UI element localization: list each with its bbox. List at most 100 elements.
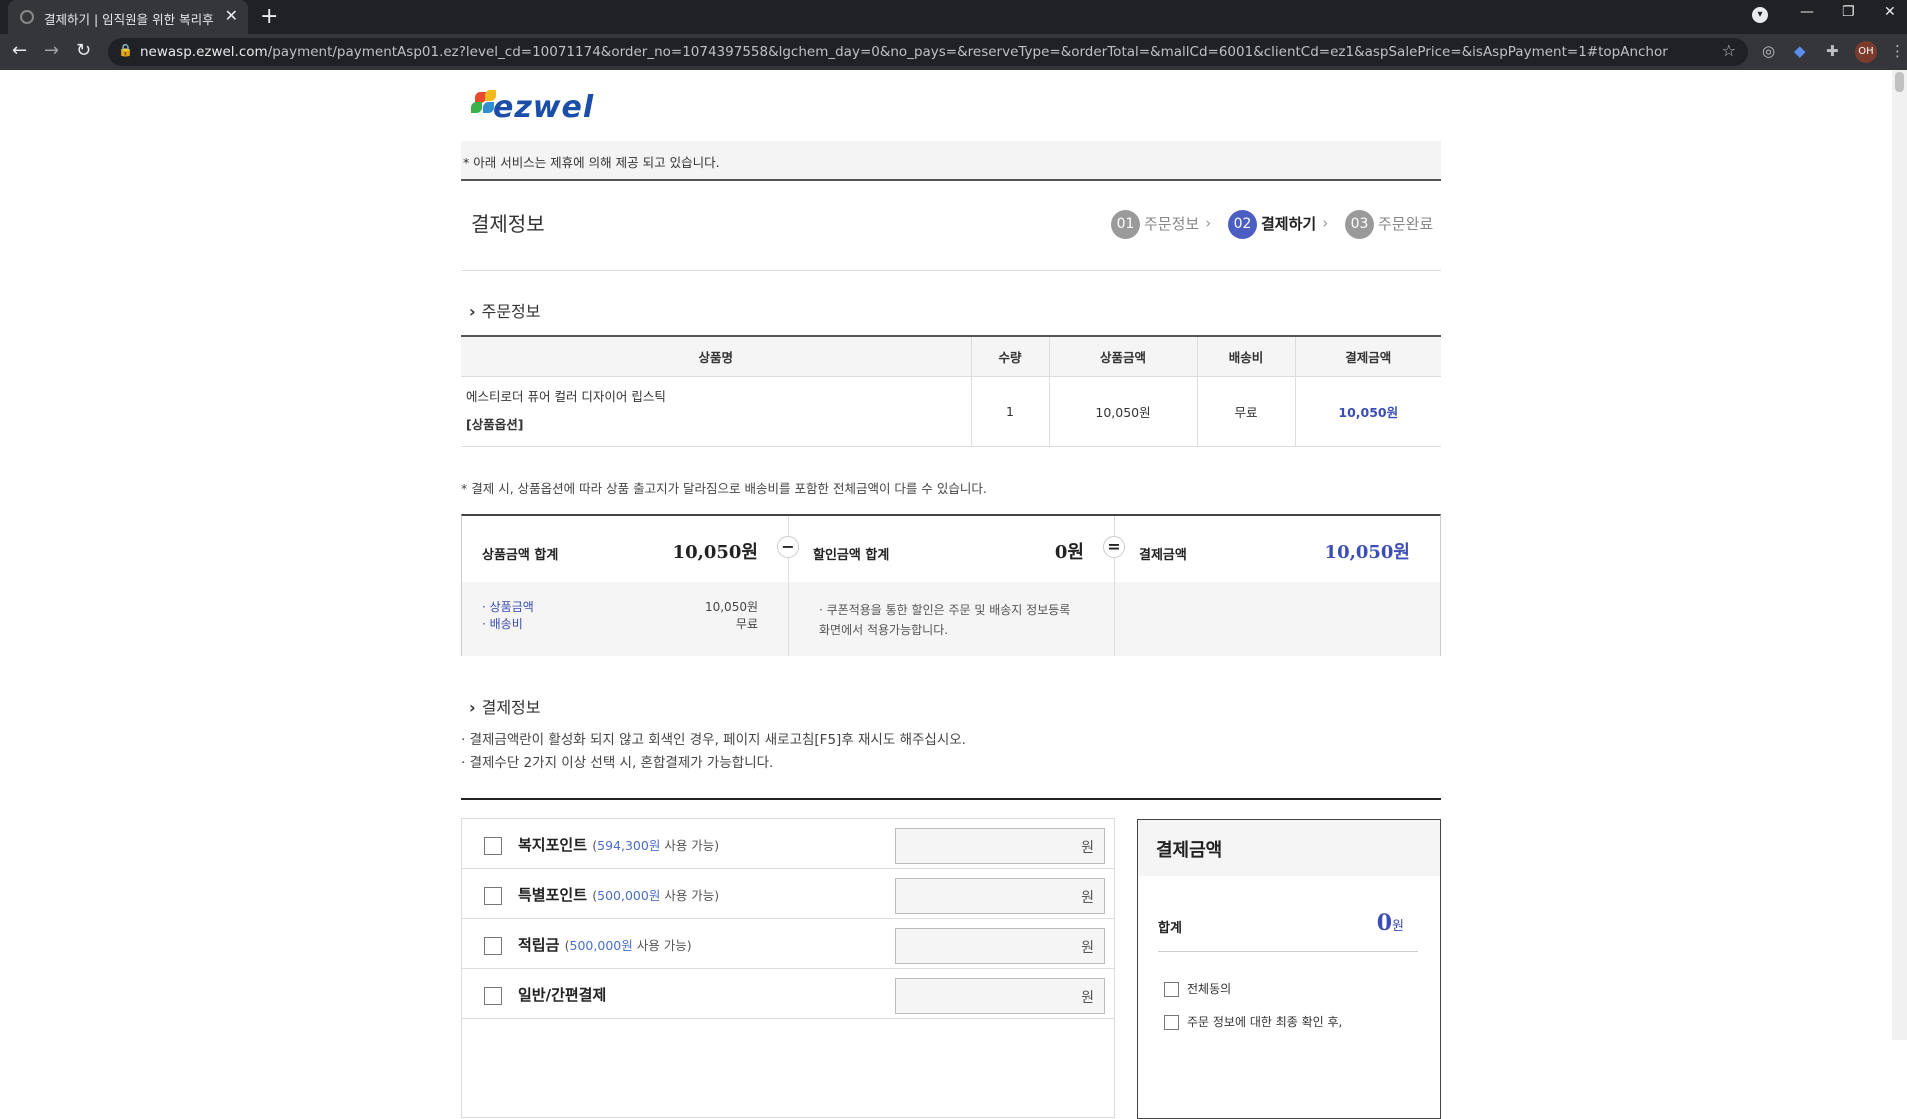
detail-price-value: 10,050원 (704, 600, 758, 614)
available-text: 사용 가능) (636, 938, 692, 953)
restore-icon[interactable]: ❐ (1842, 4, 1855, 20)
summary-top: 상품금액 합계 10,050원 (462, 516, 788, 582)
product-total-value: 10,050원 (672, 542, 758, 563)
method-name: 특별포인트 (500,000원 사용 가능) (518, 884, 719, 905)
back-icon[interactable]: ← (12, 40, 27, 61)
total-label: 합계 (1158, 921, 1182, 936)
method-label: 특별포인트 (518, 886, 588, 904)
divider (461, 798, 1441, 800)
summary-detail: · 쿠폰적용을 통한 할인은 주문 및 배송지 정보등록화면에서 적용가능합니다… (789, 582, 1114, 656)
col-pay: 결제금액 (1294, 335, 1441, 377)
detail-ship-value: 무료 (735, 617, 758, 631)
agree-all-checkbox[interactable] (1164, 982, 1179, 997)
equals-icon: = (1103, 536, 1125, 558)
page-scrollbar[interactable] (1892, 70, 1907, 1040)
pay-total-col: 결제금액 10,050원 (1114, 516, 1440, 656)
step-1: 01 주문정보 › (1111, 210, 1211, 239)
step-label: 주문완료 (1378, 215, 1434, 233)
available-text: 사용 가능) (664, 888, 720, 903)
chevron-right-icon: › (469, 698, 476, 717)
step-number: 03 (1345, 210, 1374, 239)
logo-leaf-green (471, 102, 482, 113)
scrollbar-thumb[interactable] (1895, 72, 1904, 92)
order-info-heading: › 주문정보 (469, 298, 540, 322)
heading-text: 주문정보 (481, 302, 541, 321)
step-label: 주문정보 (1144, 215, 1200, 233)
close-window-icon[interactable]: ✕ (1884, 4, 1896, 20)
detail-ship-label: · 배송비 (482, 617, 523, 631)
tab-search-icon[interactable]: ▾ (1752, 7, 1768, 23)
reserve-input[interactable]: 원 (895, 928, 1105, 964)
reload-icon[interactable]: ↻ (76, 40, 91, 61)
reserve-checkbox[interactable] (484, 937, 502, 955)
pay-total-value: 10,050원 (1324, 542, 1410, 563)
partner-notice: * 아래 서비스는 제휴에 의해 제공 되고 있습니다. (461, 141, 1441, 181)
pay-cell: 10,050원 (1294, 376, 1441, 447)
method-name: 복지포인트 (594,300원 사용 가능) (518, 834, 719, 855)
page-title: 결제정보 (471, 212, 545, 236)
product-name: 에스티로더 퓨어 컬러 디자이어 립스틱 (466, 389, 666, 404)
profile-avatar[interactable]: OH (1855, 41, 1877, 63)
detail-price-label: · 상품금액 (482, 600, 534, 614)
product-cell: 에스티로더 퓨어 컬러 디자이어 립스틱 [상품옵션] (461, 376, 971, 447)
tab-title: 결제하기 | 임직원을 위한 복리후 (44, 12, 214, 27)
payment-amount-box: 결제금액 합계 0원 전체동의 주문 정보에 대한 최종 확인 후, (1137, 819, 1441, 1119)
address-bar[interactable]: 🔒 newasp.ezwel.com/payment/paymentAsp01.… (108, 38, 1748, 66)
method-row-general: 일반/간편결제 원 (462, 969, 1114, 1019)
agree-all[interactable]: 전체동의 (1164, 980, 1231, 997)
method-row-reserve: 적립금 (500,000원 사용 가능) 원 (462, 919, 1114, 969)
col-product-name: 상품명 (461, 335, 971, 377)
extension-record-icon[interactable]: ◎ (1762, 42, 1775, 60)
extensions-puzzle-icon[interactable]: ✚ (1826, 42, 1839, 60)
price-cell: 10,050원 (1048, 376, 1197, 447)
bookmark-star-icon[interactable]: ☆ (1722, 41, 1736, 60)
method-label: 적립금 (518, 936, 560, 954)
available-amount: 594,300원 (597, 838, 661, 853)
agree-confirm[interactable]: 주문 정보에 대한 최종 확인 후, (1164, 1013, 1342, 1030)
qty-cell: 1 (970, 376, 1049, 447)
divider (1158, 951, 1418, 952)
minimize-icon[interactable]: — (1800, 4, 1814, 20)
extension-translate-icon[interactable]: ◆ (1794, 42, 1806, 60)
browser-menu-icon[interactable]: ⋮ (1890, 42, 1905, 60)
discount-total-value: 0원 (1054, 542, 1084, 563)
new-tab-icon[interactable]: + (260, 4, 278, 29)
step-3: 03 주문완료 (1345, 210, 1433, 239)
step-2: 02 결제하기 › (1228, 210, 1328, 239)
special-point-checkbox[interactable] (484, 887, 502, 905)
method-label: 일반/간편결제 (518, 986, 607, 1004)
available-amount: 500,000원 (569, 938, 633, 953)
table-header-row: 상품명 수량 상품금액 배송비 결제금액 (461, 335, 1441, 377)
method-available: (500,000원 사용 가능) (592, 888, 720, 903)
method-name: 일반/간편결제 (518, 984, 606, 1005)
step-number: 02 (1228, 210, 1257, 239)
available-amount: 500,000원 (597, 888, 661, 903)
discount-total-label: 할인금액 합계 (813, 548, 890, 563)
close-tab-icon[interactable]: ✕ (225, 6, 238, 25)
payment-methods: 복지포인트 (594,300원 사용 가능) 원 특별포인트 (500,000원… (461, 818, 1115, 1118)
general-pay-checkbox[interactable] (484, 987, 502, 1005)
payment-guide-2: · 결제수단 2가지 이상 선택 시, 혼합결제가 가능합니다. (461, 755, 774, 771)
welfare-point-input[interactable]: 원 (895, 828, 1105, 864)
summary-top: 결제금액 10,050원 (1115, 516, 1440, 582)
forward-icon[interactable]: → (44, 40, 59, 61)
col-shipping: 배송비 (1196, 335, 1295, 377)
summary-top: 할인금액 합계 0원 (789, 516, 1114, 582)
page-favicon-icon (20, 10, 34, 24)
payment-info-heading: › 결제정보 (469, 694, 540, 718)
general-pay-input[interactable]: 원 (895, 978, 1105, 1014)
special-point-input[interactable]: 원 (895, 878, 1105, 914)
available-text: 사용 가능) (664, 838, 720, 853)
agree-confirm-checkbox[interactable] (1164, 1015, 1179, 1030)
logo-wordmark: ezwel (493, 90, 595, 125)
total-number: 0 (1376, 910, 1393, 936)
welfare-point-checkbox[interactable] (484, 837, 502, 855)
chevron-right-icon: › (469, 302, 476, 321)
order-steps: 01 주문정보 › 02 결제하기 › 03 주문완료 (1111, 210, 1441, 240)
payment-guide-1: · 결제금액란이 활성화 되지 않고 회색인 경우, 페이지 새로고침[F5]후… (461, 732, 966, 748)
col-price: 상품금액 (1048, 335, 1197, 377)
method-available: (594,300원 사용 가능) (592, 838, 720, 853)
pay-total-label: 결제금액 (1139, 548, 1187, 563)
summary-detail (1115, 582, 1440, 656)
browser-tab[interactable]: 결제하기 | 임직원을 위한 복리후 ✕ (8, 0, 248, 34)
